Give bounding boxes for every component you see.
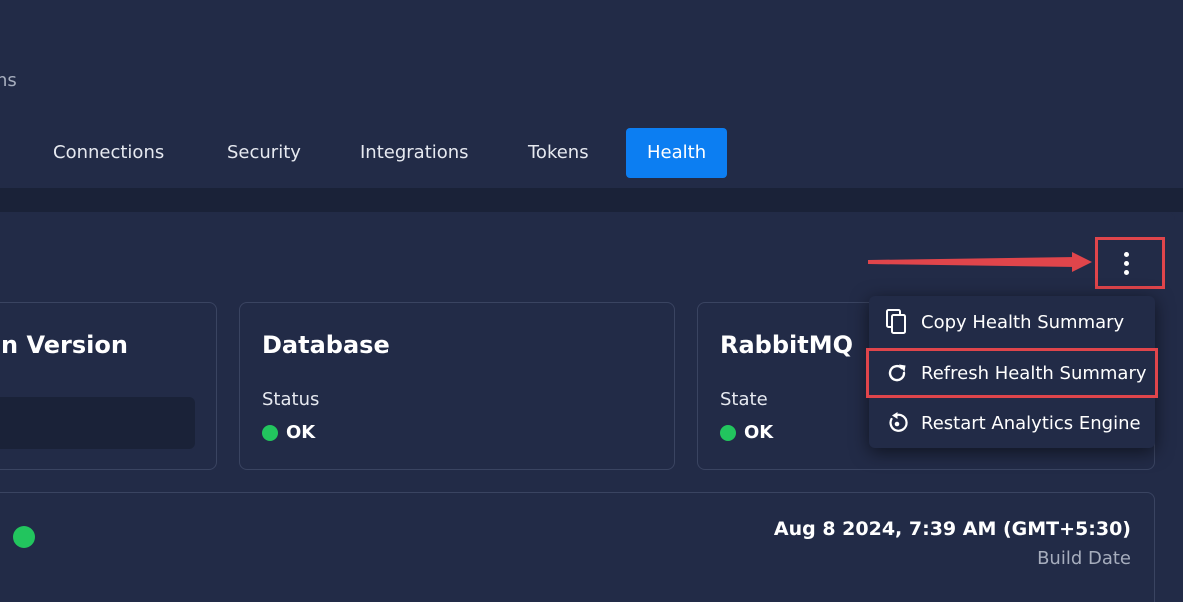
build-date-value: Aug 8 2024, 7:39 AM (GMT+5:30)	[773, 518, 1131, 540]
divider-strip	[0, 188, 1183, 212]
database-status-value: OK	[286, 422, 316, 443]
build-date-label: Build Date	[1037, 548, 1131, 569]
tab-health[interactable]: Health	[626, 128, 728, 178]
tab-tokens[interactable]: Tokens	[528, 128, 589, 178]
database-status-label: Status	[262, 389, 320, 410]
version-card: n Version	[0, 302, 217, 470]
rabbitmq-state-label: State	[720, 389, 768, 410]
status-ok-dot	[720, 424, 736, 441]
database-card-title: Database	[262, 331, 390, 359]
build-info-card: Aug 8 2024, 7:39 AM (GMT+5:30) Build Dat…	[0, 492, 1155, 602]
health-page: ns Connections Security Integrations Tok…	[0, 0, 1183, 602]
version-card-title: n Version	[1, 331, 128, 359]
page-subtitle: ns	[0, 70, 17, 91]
rabbitmq-status-value: OK	[744, 422, 774, 443]
menu-item-label: Copy Health Summary	[921, 311, 1125, 333]
restart-icon	[884, 410, 910, 436]
rabbitmq-card-title: RabbitMQ	[720, 331, 854, 359]
menu-item-highlight	[866, 348, 1158, 398]
annotation-arrow-icon	[868, 252, 1092, 272]
more-vertical-icon[interactable]	[1111, 246, 1141, 280]
tab-security[interactable]: Security	[227, 128, 301, 178]
status-ok-dot	[262, 424, 278, 441]
tab-bar: Connections Security Integrations Tokens…	[0, 128, 1183, 178]
status-ok-dot	[13, 526, 35, 548]
menu-item-label: Restart Analytics Engine	[921, 412, 1141, 434]
menu-item-restart-analytics-engine[interactable]: Restart Analytics Engine	[869, 398, 1155, 448]
menu-item-copy-health-summary[interactable]: Copy Health Summary	[869, 297, 1155, 347]
version-value-box	[0, 397, 195, 449]
database-status: OK	[262, 422, 315, 443]
tab-connections[interactable]: Connections	[53, 128, 164, 178]
rabbitmq-status: OK	[720, 422, 773, 443]
copy-icon	[884, 309, 910, 335]
database-card: Database Status OK	[239, 302, 675, 470]
tab-integrations[interactable]: Integrations	[360, 128, 469, 178]
